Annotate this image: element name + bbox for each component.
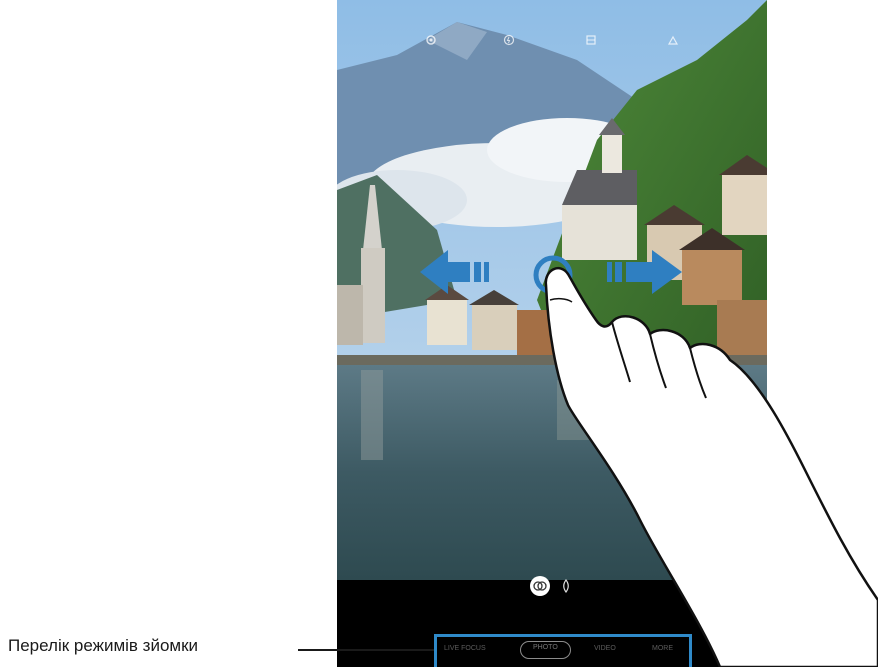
modes-highlight-box bbox=[434, 634, 692, 667]
callout-line bbox=[298, 649, 434, 651]
quick-shot-icon[interactable] bbox=[709, 620, 727, 638]
filter-icon[interactable] bbox=[530, 576, 550, 596]
flash-icon[interactable] bbox=[503, 34, 515, 46]
timer-icon[interactable] bbox=[585, 34, 597, 46]
camera-viewfinder[interactable] bbox=[337, 0, 767, 580]
settings-icon[interactable] bbox=[425, 34, 437, 46]
callout-label: Перелік режимів зйомки bbox=[8, 636, 199, 655]
viewfinder-scene bbox=[337, 0, 767, 580]
camera-top-bar bbox=[337, 26, 767, 56]
ratio-icon[interactable] bbox=[667, 34, 679, 46]
phone-screen: LIVE FOCUS PHOTO VIDEO MORE bbox=[337, 0, 767, 667]
beauty-icon[interactable] bbox=[560, 578, 572, 594]
